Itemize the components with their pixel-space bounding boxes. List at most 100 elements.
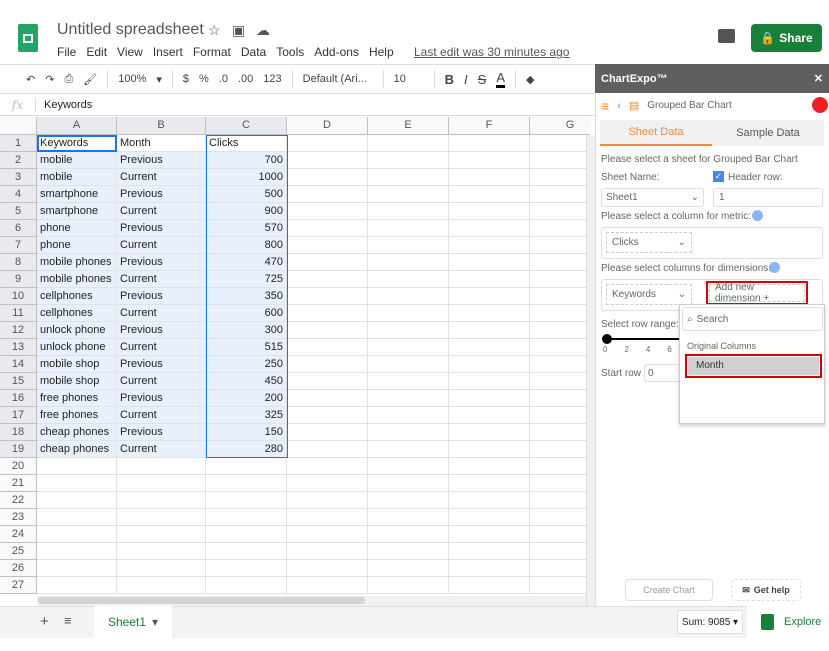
cell-d26[interactable] bbox=[287, 560, 368, 577]
cell-g26[interactable] bbox=[530, 560, 590, 577]
cell-a13[interactable]: unlock phone bbox=[37, 339, 117, 356]
cell-a7[interactable]: phone bbox=[37, 237, 117, 254]
cell-e14[interactable] bbox=[368, 356, 449, 373]
cell-f7[interactable] bbox=[449, 237, 530, 254]
font-select[interactable]: Default (Ari... bbox=[303, 73, 373, 85]
cell-a10[interactable]: cellphones bbox=[37, 288, 117, 305]
row-header[interactable]: 18 bbox=[0, 424, 37, 441]
cell-c13[interactable]: 515 bbox=[206, 339, 287, 356]
row-header[interactable]: 19 bbox=[0, 441, 37, 458]
cell-a14[interactable]: mobile shop bbox=[37, 356, 117, 373]
cell-d24[interactable] bbox=[287, 526, 368, 543]
menu-format[interactable]: Format bbox=[193, 45, 231, 59]
cell-b1[interactable]: Month bbox=[117, 135, 206, 152]
text-color-button[interactable]: A bbox=[496, 70, 505, 88]
cell-d12[interactable] bbox=[287, 322, 368, 339]
cell-g25[interactable] bbox=[530, 543, 590, 560]
cell-b16[interactable]: Previous bbox=[117, 390, 206, 407]
row-header[interactable]: 25 bbox=[0, 543, 37, 560]
cell-e27[interactable] bbox=[368, 577, 449, 594]
row-header[interactable]: 6 bbox=[0, 220, 37, 237]
cell-d2[interactable] bbox=[287, 152, 368, 169]
cell-d11[interactable] bbox=[287, 305, 368, 322]
cell-e7[interactable] bbox=[368, 237, 449, 254]
cell-b25[interactable] bbox=[117, 543, 206, 560]
cell-a5[interactable]: smartphone bbox=[37, 203, 117, 220]
cell-a1[interactable]: Keywords bbox=[37, 135, 117, 152]
cell-c14[interactable]: 250 bbox=[206, 356, 287, 373]
cell-g24[interactable] bbox=[530, 526, 590, 543]
cell-e22[interactable] bbox=[368, 492, 449, 509]
start-row-input[interactable]: 0 bbox=[644, 364, 680, 382]
cell-c10[interactable]: 350 bbox=[206, 288, 287, 305]
add-sheet-icon[interactable]: + bbox=[40, 613, 49, 630]
cell-b14[interactable]: Previous bbox=[117, 356, 206, 373]
cell-g4[interactable] bbox=[530, 186, 590, 203]
cell-e26[interactable] bbox=[368, 560, 449, 577]
cell-c20[interactable] bbox=[206, 458, 287, 475]
menu-addons[interactable]: Add-ons bbox=[314, 45, 359, 59]
cell-b13[interactable]: Current bbox=[117, 339, 206, 356]
cell-g27[interactable] bbox=[530, 577, 590, 594]
hamburger-menu-icon[interactable]: ≡ bbox=[601, 98, 609, 114]
cell-e6[interactable] bbox=[368, 220, 449, 237]
cell-g20[interactable] bbox=[530, 458, 590, 475]
explore-button[interactable]: Explore bbox=[747, 606, 829, 638]
cell-d21[interactable] bbox=[287, 475, 368, 492]
cell-f5[interactable] bbox=[449, 203, 530, 220]
tab-sample-data[interactable]: Sample Data bbox=[712, 120, 824, 146]
font-size-select[interactable]: 10 bbox=[394, 73, 424, 85]
cell-d1[interactable] bbox=[287, 135, 368, 152]
cell-e12[interactable] bbox=[368, 322, 449, 339]
cell-a4[interactable]: smartphone bbox=[37, 186, 117, 203]
cell-a20[interactable] bbox=[37, 458, 117, 475]
cell-c1[interactable]: Clicks bbox=[206, 135, 287, 152]
dimension-select[interactable]: Keywords ⌄ bbox=[606, 284, 692, 305]
cell-e21[interactable] bbox=[368, 475, 449, 492]
cell-b18[interactable]: Previous bbox=[117, 424, 206, 441]
cell-g14[interactable] bbox=[530, 356, 590, 373]
cell-a15[interactable]: mobile shop bbox=[37, 373, 117, 390]
cell-d13[interactable] bbox=[287, 339, 368, 356]
vertical-scrollbar[interactable] bbox=[586, 135, 595, 606]
cell-g19[interactable] bbox=[530, 441, 590, 458]
info-icon[interactable] bbox=[769, 262, 780, 273]
row-header[interactable]: 5 bbox=[0, 203, 37, 220]
column-header-b[interactable]: B bbox=[117, 117, 206, 135]
cell-e24[interactable] bbox=[368, 526, 449, 543]
row-header[interactable]: 23 bbox=[0, 509, 37, 526]
cell-b7[interactable]: Current bbox=[117, 237, 206, 254]
cell-f27[interactable] bbox=[449, 577, 530, 594]
row-header[interactable]: 7 bbox=[0, 237, 37, 254]
cell-b9[interactable]: Current bbox=[117, 271, 206, 288]
cell-f3[interactable] bbox=[449, 169, 530, 186]
cell-e13[interactable] bbox=[368, 339, 449, 356]
cell-f12[interactable] bbox=[449, 322, 530, 339]
cell-a16[interactable]: free phones bbox=[37, 390, 117, 407]
cell-c5[interactable]: 900 bbox=[206, 203, 287, 220]
strikethrough-button[interactable]: S bbox=[478, 72, 487, 87]
column-header-e[interactable]: E bbox=[368, 117, 449, 135]
cell-a18[interactable]: cheap phones bbox=[37, 424, 117, 441]
spreadsheet-grid[interactable]: A B C D E F G 1 Keywords Month Clicks 2 mobile Previo… bbox=[0, 117, 590, 606]
row-header[interactable]: 26 bbox=[0, 560, 37, 577]
cell-f18[interactable] bbox=[449, 424, 530, 441]
print-icon[interactable]: ⎙ bbox=[64, 73, 73, 86]
cell-g12[interactable] bbox=[530, 322, 590, 339]
cell-f17[interactable] bbox=[449, 407, 530, 424]
cell-c11[interactable]: 600 bbox=[206, 305, 287, 322]
cell-d4[interactable] bbox=[287, 186, 368, 203]
cell-g17[interactable] bbox=[530, 407, 590, 424]
cell-g5[interactable] bbox=[530, 203, 590, 220]
cell-e16[interactable] bbox=[368, 390, 449, 407]
select-all-corner[interactable] bbox=[0, 117, 37, 135]
cell-e19[interactable] bbox=[368, 441, 449, 458]
row-header[interactable]: 4 bbox=[0, 186, 37, 203]
cell-g10[interactable] bbox=[530, 288, 590, 305]
row-header[interactable]: 17 bbox=[0, 407, 37, 424]
last-edit-link[interactable]: Last edit was 30 minutes ago bbox=[414, 45, 569, 59]
formula-input[interactable]: Keywords bbox=[36, 99, 92, 111]
cell-a22[interactable] bbox=[37, 492, 117, 509]
move-folder-icon[interactable]: ▣ bbox=[232, 22, 245, 39]
cell-d16[interactable] bbox=[287, 390, 368, 407]
